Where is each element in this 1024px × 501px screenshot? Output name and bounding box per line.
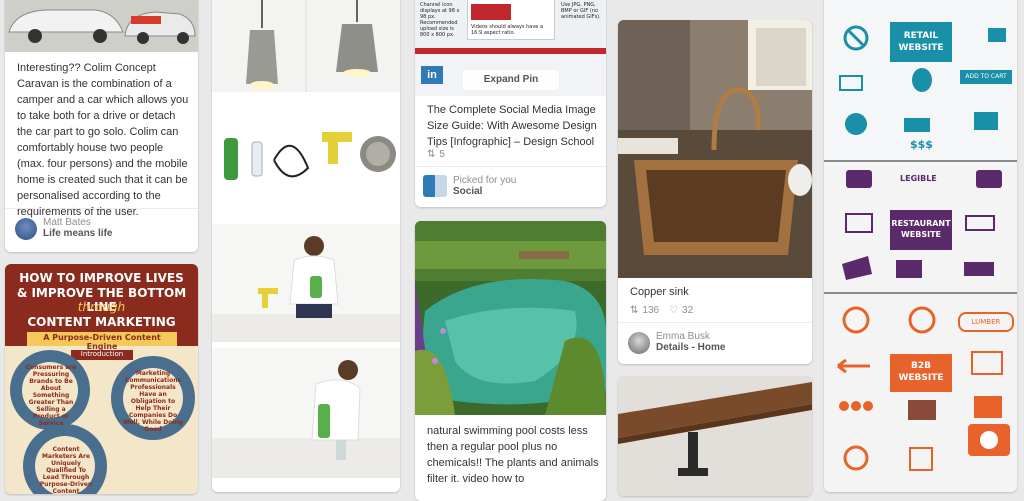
pin-image[interactable] (5, 0, 198, 52)
lumber-label: LUMBER (958, 312, 1014, 332)
gear-text-2: Marketing Communications Professionals H… (123, 370, 183, 433)
picked-for-you-label: Picked for you (453, 175, 517, 186)
retail-website-label: RETAIL WEBSITE (890, 22, 952, 62)
pin-social-media-guide[interactable]: Channel icon displays at 98 x 98 px. Rec… (415, 0, 606, 207)
materials-graphic (224, 132, 396, 180)
pin-title: The Complete Social Media Image Size Gui… (427, 104, 597, 148)
linkedin-icon: in (421, 66, 443, 84)
pendant-lamps (246, 0, 378, 92)
price-label: $$$ (910, 138, 933, 151)
avatar[interactable] (628, 332, 650, 354)
add-to-cart-label: ADD TO CART (960, 70, 1012, 84)
step-photo-1[interactable] (212, 224, 400, 342)
pin-image[interactable]: RETAIL WEBSITE ADD TO CART $$$ LEGIBLE R… (824, 0, 1017, 492)
avatar[interactable] (15, 218, 37, 240)
pin-image[interactable]: Channel icon displays at 98 x 98 px. Rec… (415, 0, 606, 96)
mini-caption-3: Use JPG, PNG, BMP or GIF (no animated GI… (561, 2, 601, 20)
mini-caption-2: Videos should always have a 16:9 aspect … (471, 24, 544, 36)
pin-natural-pool[interactable]: natural swimming pool costs less then a … (415, 221, 606, 501)
shelf-photo (618, 376, 812, 496)
restaurant-website-label: RESTAURANT WEBSITE (890, 210, 952, 250)
pin-wood-shelf[interactable] (618, 376, 812, 496)
pin-image[interactable] (415, 221, 606, 415)
person-graphic-2 (212, 360, 400, 478)
gear-text-1: Consumers are Pressuring Brands to Be Ab… (25, 364, 77, 427)
caravan-illustration (5, 0, 198, 52)
board-name[interactable]: Social (453, 186, 516, 197)
materials-photo[interactable] (212, 98, 400, 218)
board-name[interactable]: Life means life (43, 228, 112, 239)
pin-content-marketing[interactable]: HOW TO IMPROVE LIVES & IMPROVE THE BOTTO… (5, 264, 198, 494)
pin-title: Copper sink (630, 286, 689, 298)
headline-1: HOW TO IMPROVE LIVES (19, 271, 184, 285)
pin-description: natural swimming pool costs less then a … (427, 425, 599, 485)
pin-image[interactable] (618, 376, 812, 496)
pinner-name[interactable]: Emma Busk (656, 331, 725, 342)
person-graphic (212, 236, 400, 342)
headline-4: CONTENT MARKETING (27, 315, 176, 329)
repin-count: ⇅ 5 (427, 149, 445, 160)
legible-label: LEGIBLE (900, 174, 937, 183)
pin-image[interactable] (618, 20, 812, 278)
expand-pin-button[interactable]: Expand Pin (463, 70, 559, 90)
heart-icon: ♡ (669, 305, 679, 316)
like-count: 32 (682, 305, 694, 316)
pin-colim-caravan[interactable]: Interesting?? Colim Concept Caravan is t… (5, 0, 198, 252)
mini-caption-1: Channel icon displays at 98 x 98 px. Rec… (420, 2, 460, 38)
pinner-name[interactable]: Matt Bates (43, 217, 112, 228)
board-thumbnail[interactable] (423, 175, 447, 197)
b2b-website-label: B2B WEBSITE (890, 354, 952, 392)
pin-stats: ⇅ 136 ♡ 32 (630, 305, 693, 316)
sink-photo (618, 20, 812, 278)
gear-text-3: Content Marketers Are Uniquely Qualified… (39, 446, 93, 494)
headline-3: through (77, 300, 126, 314)
repin-icon: ⇅ (630, 305, 639, 316)
pool-photo (415, 221, 606, 415)
step-photo-2[interactable] (212, 348, 400, 478)
board-name[interactable]: Details - Home (656, 342, 725, 353)
repin-count: 136 (642, 305, 660, 316)
pin-website-infographic[interactable]: RETAIL WEBSITE ADD TO CART $$$ LEGIBLE R… (824, 0, 1017, 492)
pin-diy-concrete-lamp[interactable] (212, 0, 400, 492)
pin-description: Interesting?? Colim Concept Caravan is t… (17, 62, 189, 218)
pin-image[interactable]: HOW TO IMPROVE LIVES & IMPROVE THE BOTTO… (5, 264, 198, 494)
lamp-photo[interactable] (212, 0, 400, 92)
repin-icon: ⇅ (427, 149, 436, 160)
pin-copper-sink[interactable]: Copper sink ⇅ 136 ♡ 32 Emma Busk Details -… (618, 20, 812, 364)
